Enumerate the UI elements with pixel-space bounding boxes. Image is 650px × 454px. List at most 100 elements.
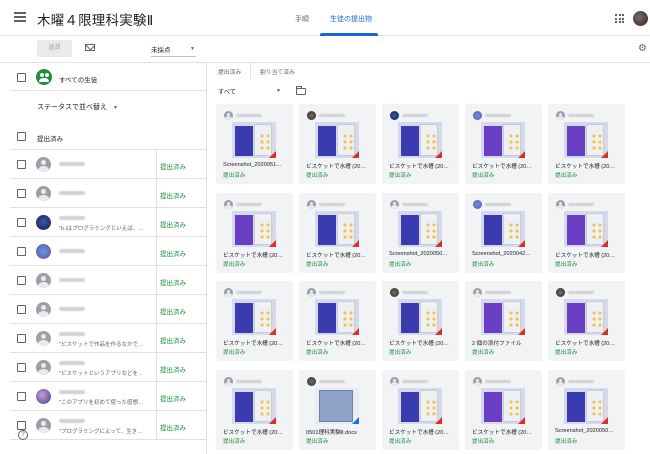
student-avatar — [36, 418, 51, 433]
student-checkbox[interactable] — [17, 334, 26, 343]
thumbnail-panel — [401, 303, 419, 333]
submission-card[interactable]: 0501理科実験Ⅱ.docx 提出済み — [299, 370, 376, 450]
thumbnail-panel — [235, 392, 253, 422]
student-checkbox[interactable] — [17, 160, 26, 169]
submission-card[interactable]: ビスケットで水槽 (20… 提出済み — [465, 370, 542, 450]
account-avatar[interactable] — [633, 11, 648, 26]
attachment-thumbnail — [398, 211, 442, 247]
student-row[interactable]: 提出済み — [10, 179, 207, 208]
student-row[interactable]: "ビスケットというアプリなどを… 提出済み — [10, 353, 207, 382]
card-avatar — [390, 288, 399, 297]
thumbnail-dots — [259, 133, 273, 151]
card-student-name-redacted — [485, 380, 511, 383]
group-header-submitted: 提出済み — [10, 122, 207, 150]
grade-filter-select[interactable]: 未採点 ▼ — [151, 44, 196, 57]
student-status: 提出済み — [160, 193, 186, 200]
submission-card[interactable]: ビスケットで水槽 (20… 提出済み — [216, 370, 293, 450]
student-avatar — [36, 186, 51, 201]
thumbnail-panel — [401, 215, 419, 245]
sort-dropdown[interactable]: ステータスで並べ替え ▼ — [37, 102, 118, 112]
help-icon[interactable]: ? — [18, 430, 28, 440]
menu-icon[interactable] — [14, 12, 26, 22]
all-students-checkbox[interactable] — [17, 73, 26, 82]
thumbnail-panel — [401, 392, 419, 422]
student-checkbox[interactable] — [17, 247, 26, 256]
submission-card[interactable]: ビスケットで水槽 (20… 提出済み — [299, 281, 376, 361]
submission-card[interactable]: ビスケットで水槽 (20… 提出済み — [382, 281, 459, 361]
thumbnail-panel — [567, 126, 585, 156]
student-checkbox[interactable] — [17, 305, 26, 314]
submission-card[interactable]: ビスケットで水槽 (20… 提出済み — [548, 104, 625, 184]
student-name-redacted — [59, 332, 85, 336]
student-name-redacted — [59, 361, 85, 365]
student-row[interactable]: "b.iはプログラミングといえば、… 提出済み — [10, 208, 207, 237]
submission-card[interactable]: ビスケットで水槽 (20… 提出済み — [382, 104, 459, 184]
thumbnail-panel — [401, 126, 419, 156]
thumbnail-panel — [484, 392, 502, 422]
folder-icon[interactable] — [296, 86, 306, 95]
caret-down-icon: ▼ — [276, 88, 281, 94]
submission-card[interactable]: ビスケットで水槽 (20… 提出済み — [465, 104, 542, 184]
card-avatar — [224, 288, 233, 297]
student-row[interactable]: "ビスケットで作品を作るなかで… 提出済み — [10, 324, 207, 353]
all-students-row[interactable]: すべての生徒 — [10, 63, 207, 91]
tab-student-work[interactable]: 生徒の提出物 — [330, 14, 372, 24]
submission-card[interactable]: ビスケットで水槽 (20… 提出済み — [299, 104, 376, 184]
thumbnail-dots — [425, 222, 439, 240]
submission-status: 提出済み — [223, 173, 246, 179]
class-title[interactable]: 木曜４限理科実験Ⅱ — [37, 9, 153, 29]
card-student-name-redacted — [236, 114, 262, 117]
return-button[interactable]: 返却 — [37, 40, 72, 57]
student-checkbox[interactable] — [17, 392, 26, 401]
divider — [156, 324, 157, 352]
gear-icon[interactable]: ⚙ — [638, 43, 647, 54]
submission-filter-select[interactable]: すべて ▼ — [218, 87, 283, 98]
group-checkbox[interactable] — [17, 132, 26, 141]
submission-card[interactable]: ビスケットで水槽 (20… 提出済み — [216, 281, 293, 361]
image-type-badge — [601, 240, 608, 247]
image-type-badge — [269, 328, 276, 335]
student-row[interactable]: "プログラミングによって、生き… 提出済み — [10, 411, 207, 440]
card-avatar — [473, 377, 482, 386]
submission-card[interactable]: Screenshot_2020051… 提出済み — [216, 104, 293, 184]
submission-card[interactable]: Screenshot_2020050… 提出済み — [382, 193, 459, 273]
submission-card[interactable]: ビスケットで水槽 (20… 提出済み — [382, 370, 459, 450]
thumbnail-dots — [259, 222, 273, 240]
student-checkbox[interactable] — [17, 189, 26, 198]
student-row[interactable]: 提出済み — [10, 266, 207, 295]
student-checkbox[interactable] — [17, 363, 26, 372]
submission-card[interactable]: 2 個の添付ファイル 提出済み — [465, 281, 542, 361]
divider — [156, 382, 157, 410]
thumbnail-dots — [342, 222, 356, 240]
filter-tab-submitted[interactable]: 提出済み — [218, 67, 241, 76]
apps-icon[interactable] — [615, 14, 624, 23]
student-row[interactable]: 提出済み — [10, 295, 207, 324]
card-avatar — [390, 377, 399, 386]
student-row[interactable]: "このアプリを初めて使った感想… 提出済み — [10, 382, 207, 411]
submission-card[interactable]: ビスケットで水槽 (20… 提出済み — [548, 281, 625, 361]
student-avatar — [36, 215, 51, 230]
tab-instructions[interactable]: 手順 — [295, 14, 309, 24]
student-checkbox[interactable] — [17, 276, 26, 285]
attachment-name: ビスケットで水槽 (20… — [389, 164, 449, 170]
student-row[interactable]: 提出済み — [10, 237, 207, 266]
student-status: 提出済み — [160, 367, 186, 374]
submission-card[interactable]: Screenshot_2020050… 提出済み — [548, 370, 625, 450]
student-checkbox[interactable] — [17, 421, 26, 430]
attachment-thumbnail — [232, 122, 276, 158]
student-name-redacted — [59, 419, 85, 423]
thumbnail-dots — [508, 399, 522, 417]
card-avatar — [224, 111, 233, 120]
submission-card[interactable]: ビスケットで水槽 (20… 提出済み — [299, 193, 376, 273]
card-student-name-redacted — [402, 380, 428, 383]
grade-filter-value: 未採点 — [151, 47, 171, 54]
student-row[interactable]: 提出済み — [10, 150, 207, 179]
submission-card[interactable]: Screenshot_2020042… 提出済み — [465, 193, 542, 273]
mail-icon[interactable] — [85, 44, 95, 51]
submission-card[interactable]: ビスケットで水槽 (20… 提出済み — [548, 193, 625, 273]
filter-tab-assigned[interactable]: 割り当て済み — [260, 67, 295, 76]
submission-card[interactable]: ビスケットで水槽 (20… 提出済み — [216, 193, 293, 273]
attachment-name: ビスケットで水槽 (20… — [555, 341, 615, 347]
card-avatar — [390, 111, 399, 120]
student-checkbox[interactable] — [17, 218, 26, 227]
